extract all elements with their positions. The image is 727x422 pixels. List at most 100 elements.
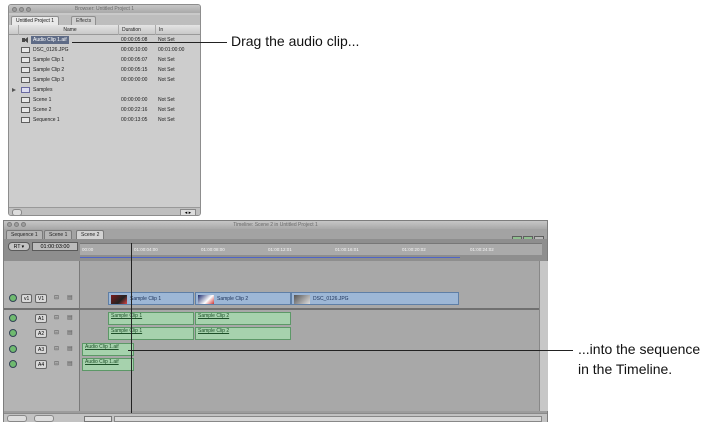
track-visibility-icon[interactable]: [9, 360, 17, 368]
close-window-icon[interactable]: [12, 7, 17, 12]
video-clip-sample-clip-1[interactable]: Sample Clip 1: [108, 292, 194, 305]
auto-select-icon[interactable]: ▤: [67, 294, 73, 301]
item-in: Not Set: [158, 57, 175, 63]
item-duration: 00:00:05:15: [121, 67, 148, 73]
scroll-arrows[interactable]: ◂ ▸: [180, 209, 196, 215]
browser-item-sample-clip-1[interactable]: Sample Clip 1 00:00:05:07 Not Set: [9, 55, 200, 65]
tab-scene-2[interactable]: Scene 2: [76, 230, 105, 239]
audio-clip-a3-audio-clip-1[interactable]: Audio Clip 1.aif: [82, 343, 134, 356]
item-in: Not Set: [158, 97, 175, 103]
disclosure-triangle-icon[interactable]: [12, 88, 16, 92]
item-name: DSC_0126.JPG: [33, 47, 69, 53]
item-name: Sample Clip 1: [33, 57, 65, 63]
lock-icon[interactable]: ⊟: [54, 345, 59, 352]
timeline-title-bar[interactable]: Timeline: Scene 2 in Untitled Project 1: [4, 221, 547, 229]
browser-item-dsc-jpg[interactable]: DSC_0126.JPG 00:00:10:00 00:01:00:00: [9, 45, 200, 55]
timeline-footer: [4, 413, 547, 422]
ruler-tick: 01:00:20:02: [402, 247, 426, 252]
close-window-icon[interactable]: [7, 222, 12, 227]
track-visibility-icon[interactable]: [9, 329, 17, 337]
column-in-header[interactable]: In: [156, 25, 200, 35]
timeline-window: Timeline: Scene 2 in Untitled Project 1 …: [3, 220, 548, 422]
audio-clip-a2-sample-clip-2[interactable]: Sample Clip 2: [195, 327, 291, 340]
item-duration: 00:00:00:00: [121, 77, 148, 83]
destination-control-a4[interactable]: A4: [35, 360, 48, 369]
zoom-window-icon[interactable]: [21, 222, 26, 227]
lock-icon[interactable]: ⊟: [54, 314, 59, 321]
current-timecode-field[interactable]: 01:00:03:00: [32, 242, 78, 251]
zoom-window-icon[interactable]: [26, 7, 31, 12]
rt-label: RT: [13, 244, 21, 250]
track-header-a3: A3 ⊟ ▤: [4, 342, 80, 357]
tab-effects[interactable]: Effects: [71, 16, 97, 25]
video-clip-dsc-jpg[interactable]: DSC_0126.JPG: [291, 292, 459, 305]
destination-control-a2[interactable]: A2: [35, 329, 48, 338]
audio-clip-a2-sample-clip-1[interactable]: Sample Clip 1: [108, 327, 194, 340]
playhead[interactable]: [131, 243, 132, 415]
clip-overlays-toggle[interactable]: [7, 415, 27, 422]
item-name: Scene 2: [33, 107, 52, 113]
drag-callout-line: [72, 42, 227, 43]
browser-item-sample-clip-3[interactable]: Sample Clip 3 00:00:00:00 Not Set: [9, 75, 200, 85]
track-visibility-icon[interactable]: [9, 294, 17, 302]
browser-title-bar[interactable]: Browser: Untitled Project 1: [9, 5, 200, 13]
clip-label: Audio Clip 1.aif: [85, 344, 119, 350]
browser-tabs: Untitled Project 1 Effects: [9, 15, 200, 25]
tab-sequence-1[interactable]: Sequence 1: [6, 230, 43, 239]
column-type-icon: [9, 25, 19, 35]
lock-icon[interactable]: ⊟: [54, 329, 59, 336]
audio-clip-a1-sample-clip-2[interactable]: Sample Clip 2: [195, 312, 291, 325]
zoom-slider[interactable]: [84, 416, 112, 422]
clip-icon: [21, 77, 30, 83]
tab-untitled-project[interactable]: Untitled Project 1: [11, 16, 60, 25]
timeline-horizontal-scrollbar[interactable]: [114, 416, 542, 422]
screenshot-stage: Browser: Untitled Project 1 Untitled Pro…: [0, 0, 727, 422]
item-duration: 00:00:00:00: [121, 97, 148, 103]
sequence-icon: [21, 117, 30, 123]
timeline-tabs: Sequence 1 Scene 1 Scene 2: [4, 229, 547, 243]
track-header-v1: v1 V1 ⊟ ▤: [4, 291, 80, 306]
track-a1: A1 ⊟ ▤ Sample Clip 1 Sample Clip 2: [4, 311, 547, 326]
minimize-window-icon[interactable]: [19, 7, 24, 12]
browser-column-header: Name Duration In: [9, 25, 200, 35]
lock-icon[interactable]: ⊟: [54, 360, 59, 367]
video-audio-separator[interactable]: [4, 308, 547, 310]
destination-control-v1[interactable]: V1: [35, 294, 48, 303]
browser-item-sample-clip-2[interactable]: Sample Clip 2 00:00:05:15 Not Set: [9, 65, 200, 75]
browser-item-sequence-1[interactable]: Sequence 1 00:00:13:05 Not Set: [9, 115, 200, 125]
browser-item-samples-folder[interactable]: Samples: [9, 85, 200, 95]
browser-window: Browser: Untitled Project 1 Untitled Pro…: [8, 4, 201, 216]
source-control-v1[interactable]: v1: [21, 294, 33, 303]
auto-select-icon[interactable]: ▤: [67, 329, 73, 336]
browser-item-audio-clip[interactable]: Audio Clip 1.aif 00:00:05:08 Not Set: [9, 35, 200, 45]
minimize-window-icon[interactable]: [14, 222, 19, 227]
timeline-vertical-scrollbar[interactable]: [539, 261, 548, 411]
column-name-header[interactable]: Name: [19, 25, 119, 35]
clip-label: Sample Clip 1: [111, 313, 143, 319]
timeline-ruler[interactable]: 00:00 01:00:04:00 01:00:08:00 01:00:12:0…: [80, 243, 542, 255]
item-in: Not Set: [158, 117, 175, 123]
item-name: Sequence 1: [33, 117, 60, 123]
video-clip-sample-clip-2[interactable]: Sample Clip 2: [195, 292, 291, 305]
auto-select-icon[interactable]: ▤: [67, 314, 73, 321]
track-visibility-icon[interactable]: [9, 345, 17, 353]
lock-icon[interactable]: ⊟: [54, 294, 59, 301]
track-visibility-icon[interactable]: [9, 314, 17, 322]
browser-item-scene-2[interactable]: Scene 2 00:00:22:16 Not Set: [9, 105, 200, 115]
render-status-bar: [80, 257, 460, 258]
tab-scene-1[interactable]: Scene 1: [44, 230, 73, 239]
auto-select-icon[interactable]: ▤: [67, 345, 73, 352]
timeline-title: Timeline: Scene 2 in Untitled Project 1: [233, 222, 318, 228]
track-height-control[interactable]: [34, 415, 54, 422]
view-toggle-button[interactable]: [12, 209, 22, 215]
column-duration-header[interactable]: Duration: [119, 25, 156, 35]
audio-clip-a1-sample-clip-1[interactable]: Sample Clip 1: [108, 312, 194, 325]
audio-clip-a4-audio-clip-1[interactable]: Audio Clip 1.aif: [82, 358, 134, 371]
destination-control-a3[interactable]: A3: [35, 345, 48, 354]
clip-thumbnail: [111, 295, 127, 304]
destination-control-a1[interactable]: A1: [35, 314, 48, 323]
browser-item-scene-1[interactable]: Scene 1 00:00:00:00 Not Set: [9, 95, 200, 105]
auto-select-icon[interactable]: ▤: [67, 360, 73, 367]
clip-label: Sample Clip 2: [217, 296, 249, 302]
rt-menu-button[interactable]: RT ▾: [8, 242, 30, 251]
